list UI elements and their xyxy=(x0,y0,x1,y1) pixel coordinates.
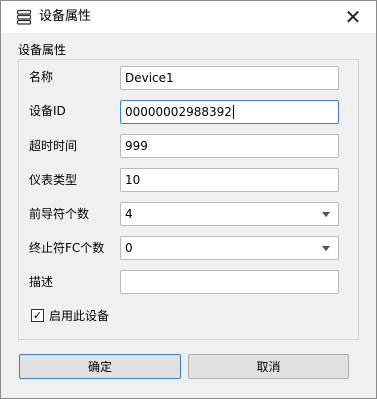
name-value: Device1 xyxy=(125,71,174,85)
description-label: 描述 xyxy=(29,275,54,289)
timeout-input[interactable]: 999 xyxy=(120,134,339,158)
device-id-input[interactable]: 00000002988392 xyxy=(120,100,339,124)
checkbox-box[interactable]: ✓ xyxy=(31,309,44,322)
meter-type-value: 10 xyxy=(125,173,141,187)
device-id-label: 设备ID xyxy=(29,104,66,118)
text-caret xyxy=(232,105,234,119)
preamble-count-value: 4 xyxy=(125,207,133,221)
terminator-count-select[interactable]: 0 xyxy=(120,236,339,260)
title-bar: 设备属性 ✕ xyxy=(1,1,376,33)
device-properties-dialog: 设备属性 ✕ 设备属性 名称 Device1 设备ID 000000029883… xyxy=(0,0,377,399)
group-title: 设备属性 xyxy=(18,43,67,57)
meter-type-input[interactable]: 10 xyxy=(120,168,339,192)
description-input[interactable] xyxy=(120,270,339,294)
enable-device-label: 启用此设备 xyxy=(49,309,110,323)
name-input[interactable]: Device1 xyxy=(120,66,339,90)
preamble-count-label: 前导符个数 xyxy=(29,207,90,221)
server-stack-icon xyxy=(16,9,32,25)
timeout-value: 999 xyxy=(125,139,148,153)
window-title: 设备属性 xyxy=(39,9,92,24)
terminator-count-value: 0 xyxy=(125,241,133,255)
preamble-count-select[interactable]: 4 xyxy=(120,202,339,226)
meter-type-label: 仪表类型 xyxy=(29,173,78,187)
close-button[interactable]: ✕ xyxy=(330,1,376,33)
enable-device-checkbox[interactable]: ✓ 启用此设备 xyxy=(31,307,109,324)
device-id-value: 00000002988392 xyxy=(125,105,232,119)
terminator-count-label: 终止符FC个数 xyxy=(29,241,105,255)
timeout-label: 超时时间 xyxy=(29,139,78,153)
checkmark-icon: ✓ xyxy=(32,309,43,322)
cancel-button[interactable]: 取消 xyxy=(188,354,349,379)
name-label: 名称 xyxy=(29,70,54,84)
ok-button[interactable]: 确定 xyxy=(19,354,181,379)
close-icon: ✕ xyxy=(344,5,362,29)
